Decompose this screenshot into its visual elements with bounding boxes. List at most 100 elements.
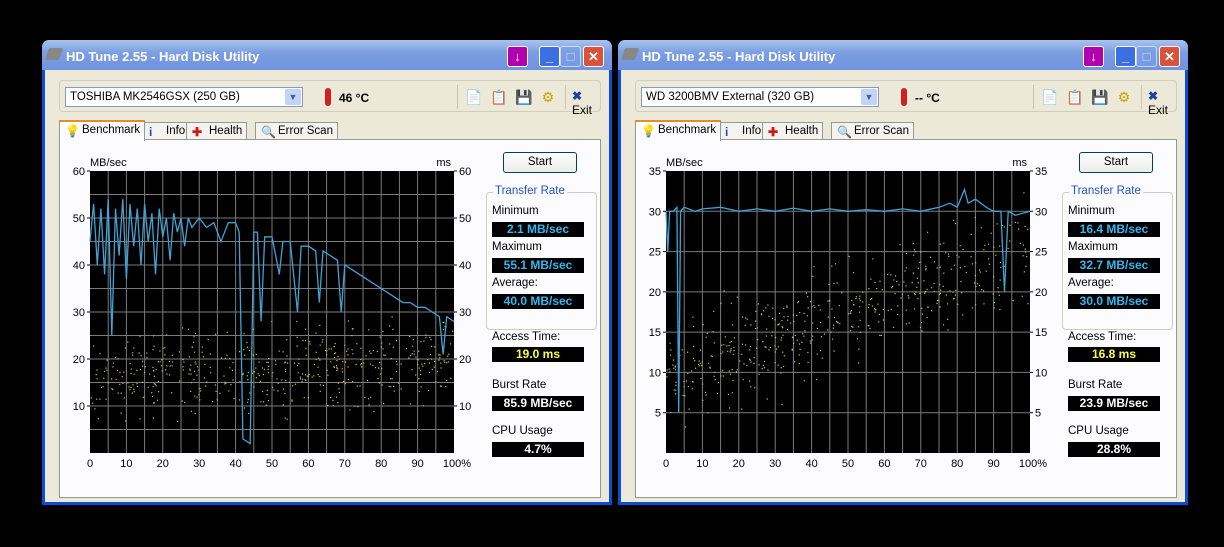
access-time-point — [415, 374, 417, 376]
access-time-point — [981, 289, 983, 291]
access-time-point — [380, 346, 383, 348]
access-time-point — [919, 261, 921, 263]
access-time-point — [153, 370, 155, 372]
access-time-point — [405, 348, 408, 350]
access-time-point — [925, 290, 927, 293]
access-time-point — [970, 233, 972, 235]
access-time-point — [301, 381, 303, 383]
start-button[interactable]: Start — [503, 152, 577, 173]
access-time-point — [768, 349, 770, 351]
access-time-point — [741, 353, 743, 355]
access-time-point — [961, 292, 963, 294]
access-time-point — [874, 311, 876, 313]
access-time-point — [670, 411, 672, 414]
access-time-point — [165, 369, 167, 371]
access-time-point — [166, 334, 168, 336]
access-time-point — [114, 356, 117, 359]
access-time-point — [372, 350, 374, 352]
access-time-point — [154, 383, 156, 385]
access-time-point — [438, 359, 440, 361]
access-time-point — [975, 285, 977, 288]
access-time-point — [216, 399, 218, 401]
access-time-point — [337, 356, 339, 358]
access-time-point — [914, 294, 916, 296]
access-time-point — [381, 342, 383, 344]
access-time-point — [807, 307, 809, 309]
burst-rate-label: Burst Rate — [492, 379, 547, 391]
access-time-point — [367, 380, 369, 382]
tab-benchmark[interactable]: 💡 Benchmark — [59, 120, 146, 141]
access-time-point — [688, 408, 690, 410]
access-time-point — [423, 340, 425, 342]
access-time-point — [330, 348, 332, 350]
access-time-point — [933, 290, 935, 293]
access-time-point — [431, 345, 433, 347]
access-time-point — [119, 383, 121, 385]
access-time-point — [338, 388, 340, 390]
access-time-point — [905, 252, 908, 254]
access-time-point — [248, 349, 250, 352]
access-time-point — [749, 346, 752, 348]
access-time-point — [758, 373, 760, 375]
access-time-point — [891, 287, 893, 289]
access-time-point — [389, 325, 391, 327]
access-time-point — [917, 282, 919, 284]
access-time-point — [804, 330, 806, 332]
access-time-point — [709, 367, 711, 369]
access-time-point — [418, 350, 420, 352]
access-time-point — [900, 297, 902, 299]
access-time-point — [939, 306, 941, 308]
access-time-point — [130, 386, 132, 388]
y-tick-label: 50 — [73, 213, 85, 225]
access-time-point — [296, 345, 298, 347]
access-time-point — [878, 321, 880, 323]
access-time-point — [268, 358, 270, 360]
lightbulb-icon: 💡 — [65, 124, 80, 138]
access-time-point — [357, 406, 359, 408]
y2-tick-label: 10 — [459, 401, 471, 413]
tab-benchmark[interactable]: 💡 Benchmark — [635, 120, 722, 141]
access-time-point — [728, 370, 730, 372]
access-time-point — [388, 385, 390, 387]
access-time-point — [368, 404, 370, 406]
access-time-point — [352, 353, 354, 355]
access-time-point — [372, 364, 374, 367]
access-time-point — [196, 396, 198, 398]
access-time-point — [452, 330, 454, 332]
start-button[interactable]: Start — [1079, 152, 1153, 173]
access-time-point — [129, 388, 131, 391]
access-time-point — [395, 340, 397, 342]
x-tick-label: 40 — [229, 458, 241, 470]
access-time-point — [239, 381, 241, 383]
access-time-point — [305, 354, 307, 356]
access-time-point — [818, 304, 820, 306]
access-time-point — [821, 357, 823, 359]
access-time-point — [344, 344, 346, 346]
access-time-point — [190, 364, 192, 366]
access-time-point — [381, 367, 383, 369]
access-time-point — [395, 371, 397, 373]
access-time-point — [418, 367, 420, 369]
access-time-label: Access Time: — [492, 331, 561, 343]
access-time-point — [859, 306, 861, 308]
access-time-point — [669, 342, 671, 344]
access-time-point — [914, 308, 916, 310]
access-time-point — [206, 381, 208, 383]
tab-label: Benchmark — [658, 124, 717, 136]
access-time-point — [816, 327, 818, 330]
access-time-point — [753, 357, 755, 359]
x-tick-label: 80 — [375, 458, 387, 470]
access-time-point — [905, 323, 907, 325]
access-time-point — [266, 389, 268, 391]
access-time-point — [943, 242, 945, 244]
access-time-point — [1026, 256, 1028, 258]
access-time-point — [1024, 251, 1027, 253]
access-time-point — [799, 312, 801, 314]
x-tick-label: 50 — [842, 458, 854, 470]
access-time-point — [332, 399, 334, 401]
access-time-point — [852, 326, 854, 328]
access-time-point — [942, 285, 944, 287]
access-time-point — [917, 298, 919, 300]
access-time-point — [343, 380, 345, 383]
y2-tick-label: 20 — [459, 354, 471, 366]
